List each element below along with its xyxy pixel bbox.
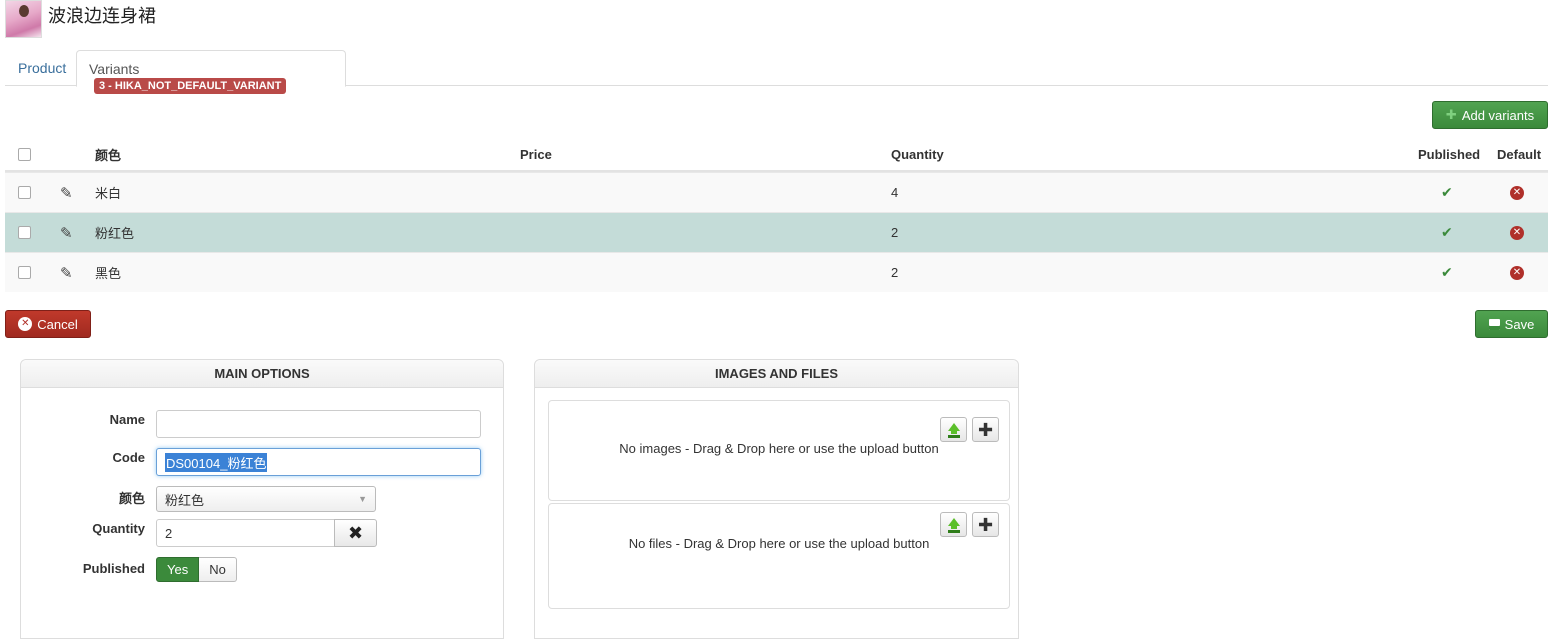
files-empty-text: No files - Drag & Drop here or use the u… (628, 536, 930, 551)
row-checkbox[interactable] (18, 186, 31, 199)
table-row[interactable]: ✎ 粉红色 2 ✔ ✕ (5, 212, 1548, 252)
column-published: Published (1418, 146, 1481, 162)
close-icon: ✖ (347, 522, 364, 543)
images-empty-text: No images - Drag & Drop here or use the … (619, 441, 939, 456)
published-toggle: Yes No (156, 557, 237, 582)
column-default: Default (1497, 146, 1542, 162)
add-variants-button[interactable]: ✚ Add variants (1432, 101, 1548, 129)
chevron-down-icon: ▼ (358, 494, 367, 504)
product-thumbnail (5, 0, 42, 38)
cancel-icon: ✕ (18, 317, 33, 331)
pencil-icon[interactable]: ✎ (60, 264, 73, 282)
add-image-button[interactable]: ✚ (972, 417, 999, 442)
table-row[interactable]: ✎ 黑色 2 ✔ ✕ (5, 252, 1548, 292)
files-dropzone[interactable]: No files - Drag & Drop here or use the u… (548, 503, 1010, 609)
tab-variants-label: Variants (89, 61, 140, 77)
pencil-icon[interactable]: ✎ (60, 224, 73, 242)
published-yes-button[interactable]: Yes (156, 557, 200, 582)
add-file-button[interactable]: ✚ (972, 512, 999, 537)
clear-quantity-button[interactable]: ✖ (334, 519, 377, 547)
code-value: DS00104_粉红色 (165, 452, 268, 472)
published-no-button[interactable]: No (199, 557, 237, 582)
upload-icon (947, 422, 961, 437)
upload-icon (947, 517, 961, 532)
color-label: 颜色 (118, 491, 145, 506)
table-header: 颜色 Price Quantity Published Default (5, 138, 1548, 172)
images-dropzone[interactable]: No images - Drag & Drop here or use the … (548, 400, 1010, 501)
add-variants-label: Add variants (1461, 107, 1535, 123)
close-circle-icon[interactable]: ✕ (1510, 265, 1524, 280)
name-input[interactable] (156, 410, 481, 438)
row-color: 米白 (95, 186, 122, 201)
close-circle-icon[interactable]: ✕ (1510, 225, 1524, 240)
code-label: Code (112, 450, 146, 465)
upload-file-button[interactable] (940, 512, 967, 537)
code-input[interactable]: DS00104_粉红色 (156, 448, 481, 476)
check-icon[interactable]: ✔ (1441, 264, 1453, 281)
select-all-checkbox[interactable] (18, 147, 31, 161)
save-button[interactable]: Save (1475, 310, 1548, 338)
main-options-title: MAIN OPTIONS (21, 360, 503, 388)
row-color: 粉红色 (95, 226, 135, 241)
row-quantity: 4 (891, 185, 899, 200)
plus-icon: ✚ (1445, 107, 1457, 122)
plus-icon: ✚ (977, 419, 994, 440)
published-label: Published (82, 561, 145, 576)
cancel-label: Cancel (37, 316, 78, 332)
column-quantity: Quantity (891, 146, 944, 162)
column-color: 颜色 (95, 147, 122, 163)
images-files-title: IMAGES AND FILES (535, 360, 1018, 388)
row-checkbox[interactable] (18, 266, 31, 279)
row-quantity: 2 (891, 265, 899, 280)
pencil-icon[interactable]: ✎ (60, 184, 73, 202)
table-row[interactable]: ✎ 米白 4 ✔ ✕ (5, 172, 1548, 212)
tab-bar: Product Variants3 - HIKA_NOT_DEFAULT_VAR… (5, 50, 1548, 94)
cancel-button[interactable]: ✕ Cancel (5, 310, 91, 338)
plus-icon: ✚ (977, 514, 994, 535)
tab-variants[interactable]: Variants3 - HIKA_NOT_DEFAULT_VARIANT (76, 50, 346, 94)
variants-table: 颜色 Price Quantity Published Default ✎ 米白… (5, 138, 1548, 292)
row-color: 黑色 (95, 266, 122, 281)
save-label: Save (1504, 316, 1535, 332)
tab-product[interactable]: Product (6, 50, 78, 86)
name-label: Name (109, 412, 145, 427)
row-quantity: 2 (891, 225, 899, 240)
images-files-panel: IMAGES AND FILES No images - Drag & Drop… (534, 359, 1019, 639)
quantity-label: Quantity (92, 521, 145, 536)
check-icon[interactable]: ✔ (1441, 184, 1453, 201)
color-select[interactable]: 粉红色 ▼ (156, 486, 376, 512)
floppy-icon (1488, 318, 1500, 330)
quantity-input[interactable]: 2 (156, 519, 336, 547)
upload-image-button[interactable] (940, 417, 967, 442)
close-circle-icon[interactable]: ✕ (1510, 185, 1524, 200)
row-checkbox[interactable] (18, 226, 31, 239)
page-title: 波浪边连身裙 (48, 6, 156, 27)
main-options-panel: MAIN OPTIONS Name Code DS00104_粉红色 颜色 粉红… (20, 359, 504, 639)
color-select-value: 粉红色 (165, 492, 205, 508)
check-icon[interactable]: ✔ (1441, 224, 1453, 241)
variant-badge: 3 - HIKA_NOT_DEFAULT_VARIANT (94, 78, 287, 94)
column-price: Price (520, 146, 552, 162)
